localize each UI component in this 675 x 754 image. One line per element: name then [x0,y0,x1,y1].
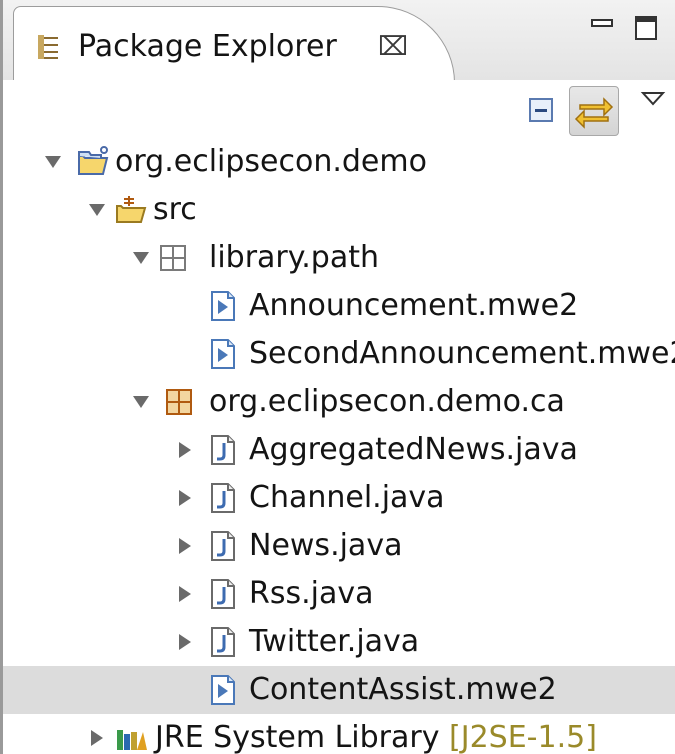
java-file-icon [207,482,239,514]
project-folder-icon [77,146,109,178]
collapse-all-button[interactable] [517,86,567,136]
view-menu-icon[interactable] [639,86,667,114]
tree-item-label: Announcement.mwe2 [249,288,579,323]
chevron-right-icon[interactable] [175,440,195,460]
tree-item-label: News.java [249,528,403,563]
tree-item-content-assist[interactable]: ContentAssist.mwe2 [3,666,675,714]
view-title: Package Explorer [78,29,337,64]
maximize-icon[interactable] [633,14,661,42]
collapse-all-icon [529,98,553,122]
tree-item-jre-system-library[interactable]: JRE System Library [J2SE-1.5] [3,714,675,754]
library-decoration: [J2SE-1.5] [449,720,597,754]
view-tab-strip: Package Explorer ⌧ [3,0,675,83]
link-with-editor-icon [574,97,614,129]
tree-item-label: JRE System Library [J2SE-1.5] [155,716,597,754]
tree-item-label: library.path [209,240,379,275]
minimize-icon[interactable] [589,14,617,42]
chevron-right-icon[interactable] [175,536,195,556]
chevron-right-icon[interactable] [87,728,107,748]
tree-item-rss[interactable]: Rss.java [3,570,675,618]
tree-item-src[interactable]: src [3,186,675,234]
tree-item-aggregated-news[interactable]: AggregatedNews.java [3,426,675,474]
file-icon [207,338,239,370]
library-icon [115,722,147,754]
chevron-down-icon[interactable] [87,200,107,220]
tree-item-news[interactable]: News.java [3,522,675,570]
tree-item-twitter[interactable]: Twitter.java [3,618,675,666]
tree-item-project[interactable]: org.eclipsecon.demo [3,138,675,186]
package-explorer-tab[interactable]: Package Explorer ⌧ [13,6,455,83]
tree-item-label: src [153,192,197,227]
package-explorer-icon [38,35,58,59]
source-folder-icon [115,194,147,226]
tree-item-label: org.eclipsecon.demo.ca [209,384,565,419]
java-file-icon [207,530,239,562]
tree-item-library-path[interactable]: library.path [3,234,675,282]
tree-item-second-announcement[interactable]: SecondAnnouncement.mwe2 [3,330,675,378]
chevron-down-icon[interactable] [131,248,151,268]
tree-item-label: ContentAssist.mwe2 [249,672,557,707]
link-with-editor-button[interactable] [569,86,619,136]
close-icon[interactable]: ⌧ [378,31,408,63]
tree-item-label: Rss.java [249,576,374,611]
library-name: JRE System Library [155,720,440,754]
chevron-right-icon[interactable] [175,632,195,652]
tree-item-channel[interactable]: Channel.java [3,474,675,522]
file-icon [207,674,239,706]
chevron-down-icon[interactable] [131,392,151,412]
tree-item-label: Twitter.java [249,624,420,659]
package-explorer-view: Package Explorer ⌧ org.eclipsecon.demo s… [0,0,675,754]
package-icon [163,386,195,418]
chevron-right-icon[interactable] [175,584,195,604]
package-icon [157,242,189,274]
java-file-icon [207,578,239,610]
tree-item-announcement[interactable]: Announcement.mwe2 [3,282,675,330]
tree-item-label: org.eclipsecon.demo [115,144,427,179]
java-file-icon [207,434,239,466]
package-tree: org.eclipsecon.demo src library.path Ann… [3,138,675,754]
tree-item-package-ca[interactable]: org.eclipsecon.demo.ca [3,378,675,426]
view-toolbar [3,80,675,140]
chevron-right-icon[interactable] [175,488,195,508]
chevron-down-icon[interactable] [43,152,63,172]
tree-item-label: SecondAnnouncement.mwe2 [249,336,675,371]
file-icon [207,290,239,322]
java-file-icon [207,626,239,658]
tree-item-label: Channel.java [249,480,445,515]
tree-item-label: AggregatedNews.java [249,432,578,467]
